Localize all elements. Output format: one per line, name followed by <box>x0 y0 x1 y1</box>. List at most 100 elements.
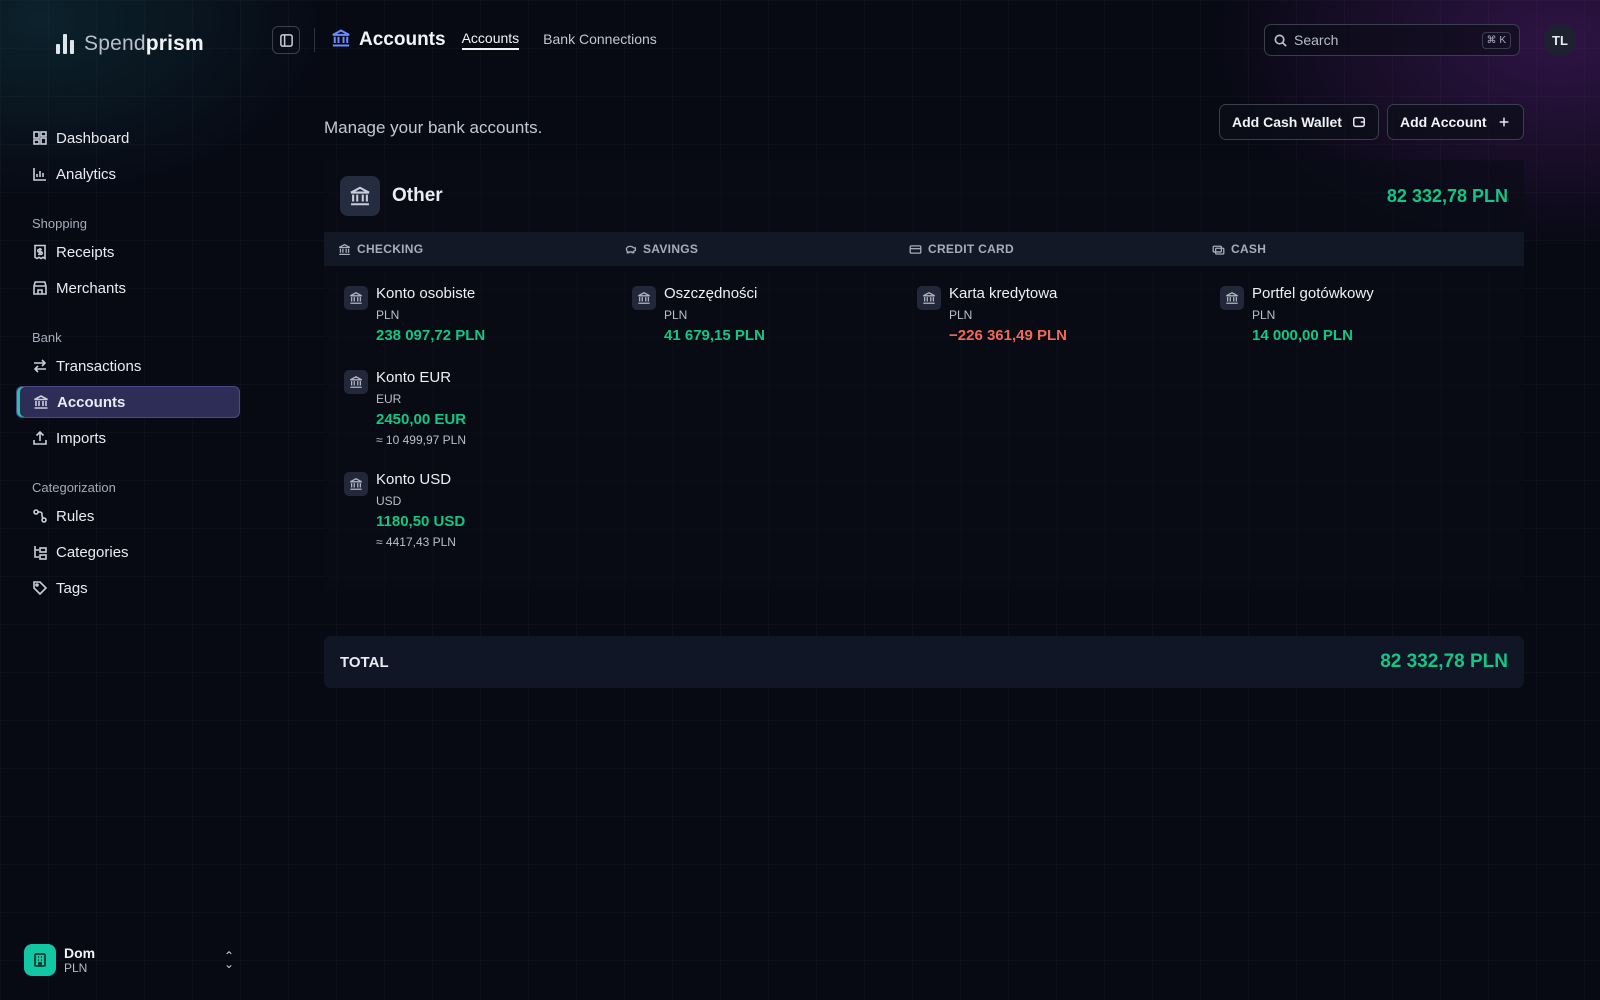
add-cash-wallet-label: Add Cash Wallet <box>1232 114 1342 130</box>
account-name: Konto USD <box>376 471 452 488</box>
rules-icon <box>33 509 47 523</box>
account-card-oszczednosci[interactable]: Oszczędności PLN 41 679,15 PLN <box>632 284 765 346</box>
sidebar-item-label: Accounts <box>57 393 126 411</box>
sidebar-item-label: Tags <box>56 579 88 597</box>
tab-accounts[interactable]: Accounts <box>461 30 520 50</box>
bank-icon <box>917 286 941 310</box>
sidebar-item-tags[interactable]: Tags <box>16 572 240 604</box>
account-type-header: CHECKING SAVINGS CREDIT CARD CASH <box>324 232 1524 266</box>
sidebar-item-accounts[interactable]: Accounts <box>16 386 240 418</box>
sidebar-item-label: Receipts <box>56 243 115 261</box>
workspace-name: Dom <box>64 945 96 961</box>
sidebar-item-label: Analytics <box>56 165 117 183</box>
sidebar-item-merchants[interactable]: Merchants <box>16 272 240 304</box>
bank-icon <box>344 472 368 496</box>
total-summary: TOTAL 82 332,78 PLN <box>324 636 1524 688</box>
bank-group-header: Other 82 332,78 PLN <box>324 160 1524 232</box>
bank-icon <box>338 243 351 255</box>
workspace-currency: PLN <box>64 961 88 975</box>
total-label: TOTAL <box>340 653 389 671</box>
total-value: 82 332,78 PLN <box>1380 651 1508 672</box>
account-card-konto-usd[interactable]: Konto USD USD 1180,50 USD ≈ 4417,43 PLN <box>344 470 465 552</box>
column-header-credit-card: CREDIT CARD <box>909 242 1014 256</box>
sidebar-panel-icon <box>279 33 293 47</box>
add-account-button[interactable]: Add Account <box>1387 104 1524 140</box>
chevron-up-down-icon[interactable]: ⌃ ⌄ <box>224 950 234 970</box>
building-icon <box>34 953 46 967</box>
sidebar-item-label: Transactions <box>56 357 142 375</box>
sidebar-toggle-button[interactable] <box>272 26 300 54</box>
tab-bank-connections[interactable]: Bank Connections <box>543 31 657 49</box>
nav-section-shopping: Shopping <box>32 216 87 231</box>
account-card-konto-osobiste[interactable]: Konto osobiste PLN 238 097,72 PLN <box>344 284 485 346</box>
bank-icon <box>1220 286 1244 310</box>
search-input[interactable] <box>1294 32 1476 48</box>
account-currency: PLN <box>949 308 973 322</box>
nav-section-bank: Bank <box>32 330 62 345</box>
account-currency: PLN <box>376 308 400 322</box>
account-balance: 14 000,00 PLN <box>1252 327 1353 344</box>
sidebar-item-transactions[interactable]: Transactions <box>16 350 240 382</box>
bar-chart-icon <box>33 168 46 181</box>
account-name: Konto EUR <box>376 369 452 386</box>
page-subtitle: Manage your bank accounts. <box>324 118 543 137</box>
account-balance: −226 361,49 PLN <box>949 327 1068 344</box>
sidebar-item-label: Merchants <box>56 279 127 297</box>
account-card-konto-eur[interactable]: Konto EUR EUR 2450,00 EUR ≈ 10 499,97 PL… <box>344 368 466 450</box>
sidebar-item-label: Dashboard <box>56 129 130 147</box>
account-converted-balance: ≈ 10 499,97 PLN <box>376 433 466 447</box>
add-cash-wallet-button[interactable]: Add Cash Wallet <box>1219 104 1379 140</box>
piggy-bank-icon <box>625 245 637 253</box>
bank-group-card: Other 82 332,78 PLN CHECKING SAVINGS CRE… <box>324 160 1524 590</box>
bank-icon <box>331 28 351 53</box>
plus-icon <box>1499 117 1508 127</box>
sidebar-item-label: Imports <box>56 429 107 447</box>
account-balance: 41 679,15 PLN <box>664 327 765 344</box>
sidebar: Spendprism Dashboard Analytics Shopping … <box>0 0 256 1000</box>
store-icon <box>33 281 47 295</box>
sidebar-item-analytics[interactable]: Analytics <box>16 158 240 190</box>
sidebar-item-categories[interactable]: Categories <box>16 536 240 568</box>
account-name: Karta kredytowa <box>949 285 1058 302</box>
column-header-checking: CHECKING <box>338 242 423 256</box>
search-shortcut-badge: ⌘ K <box>1481 31 1511 49</box>
arrows-icon <box>33 359 47 373</box>
tag-icon <box>33 581 48 596</box>
upload-icon <box>33 430 47 445</box>
cash-icon <box>1212 245 1225 255</box>
account-currency: PLN <box>1252 308 1276 322</box>
category-tree-icon <box>34 546 47 560</box>
app-logo[interactable]: Spendprism <box>56 32 204 56</box>
bank-icon <box>344 286 368 310</box>
add-account-label: Add Account <box>1400 114 1487 130</box>
column-header-savings: SAVINGS <box>624 242 698 256</box>
account-currency: EUR <box>376 392 402 406</box>
header-divider <box>314 28 315 52</box>
search-box[interactable]: ⌘ K <box>1264 24 1520 56</box>
account-converted-balance: ≈ 4417,43 PLN <box>376 535 456 549</box>
bank-icon <box>632 286 656 310</box>
receipt-icon <box>34 244 46 260</box>
account-balance: 1180,50 USD <box>376 513 466 530</box>
sidebar-item-label: Categories <box>56 543 129 561</box>
account-currency: PLN <box>664 308 688 322</box>
account-name: Oszczędności <box>664 285 758 302</box>
user-avatar[interactable]: TL <box>1544 24 1576 56</box>
wallet-icon <box>1352 116 1365 128</box>
sidebar-item-dashboard[interactable]: Dashboard <box>16 122 240 154</box>
brand-name: Spendprism <box>84 32 204 55</box>
bank-logo <box>340 176 380 216</box>
sidebar-item-imports[interactable]: Imports <box>16 422 240 454</box>
column-header-cash: CASH <box>1212 242 1266 256</box>
account-card-karta-kredytowa[interactable]: Karta kredytowa PLN −226 361,49 PLN <box>917 284 1067 346</box>
bank-icon <box>34 395 48 409</box>
bank-group-name: Other <box>392 185 443 206</box>
sidebar-item-receipts[interactable]: Receipts <box>16 236 240 268</box>
account-card-portfel-gotowkowy[interactable]: Portfel gotówkowy PLN 14 000,00 PLN <box>1220 284 1374 346</box>
workspace-switcher[interactable]: Dom PLN ⌃ ⌄ <box>24 944 234 976</box>
credit-card-icon <box>909 244 922 254</box>
dashboard-icon <box>33 131 47 145</box>
sidebar-item-rules[interactable]: Rules <box>16 500 240 532</box>
nav-section-categorization: Categorization <box>32 480 116 495</box>
account-balance: 238 097,72 PLN <box>376 327 486 344</box>
